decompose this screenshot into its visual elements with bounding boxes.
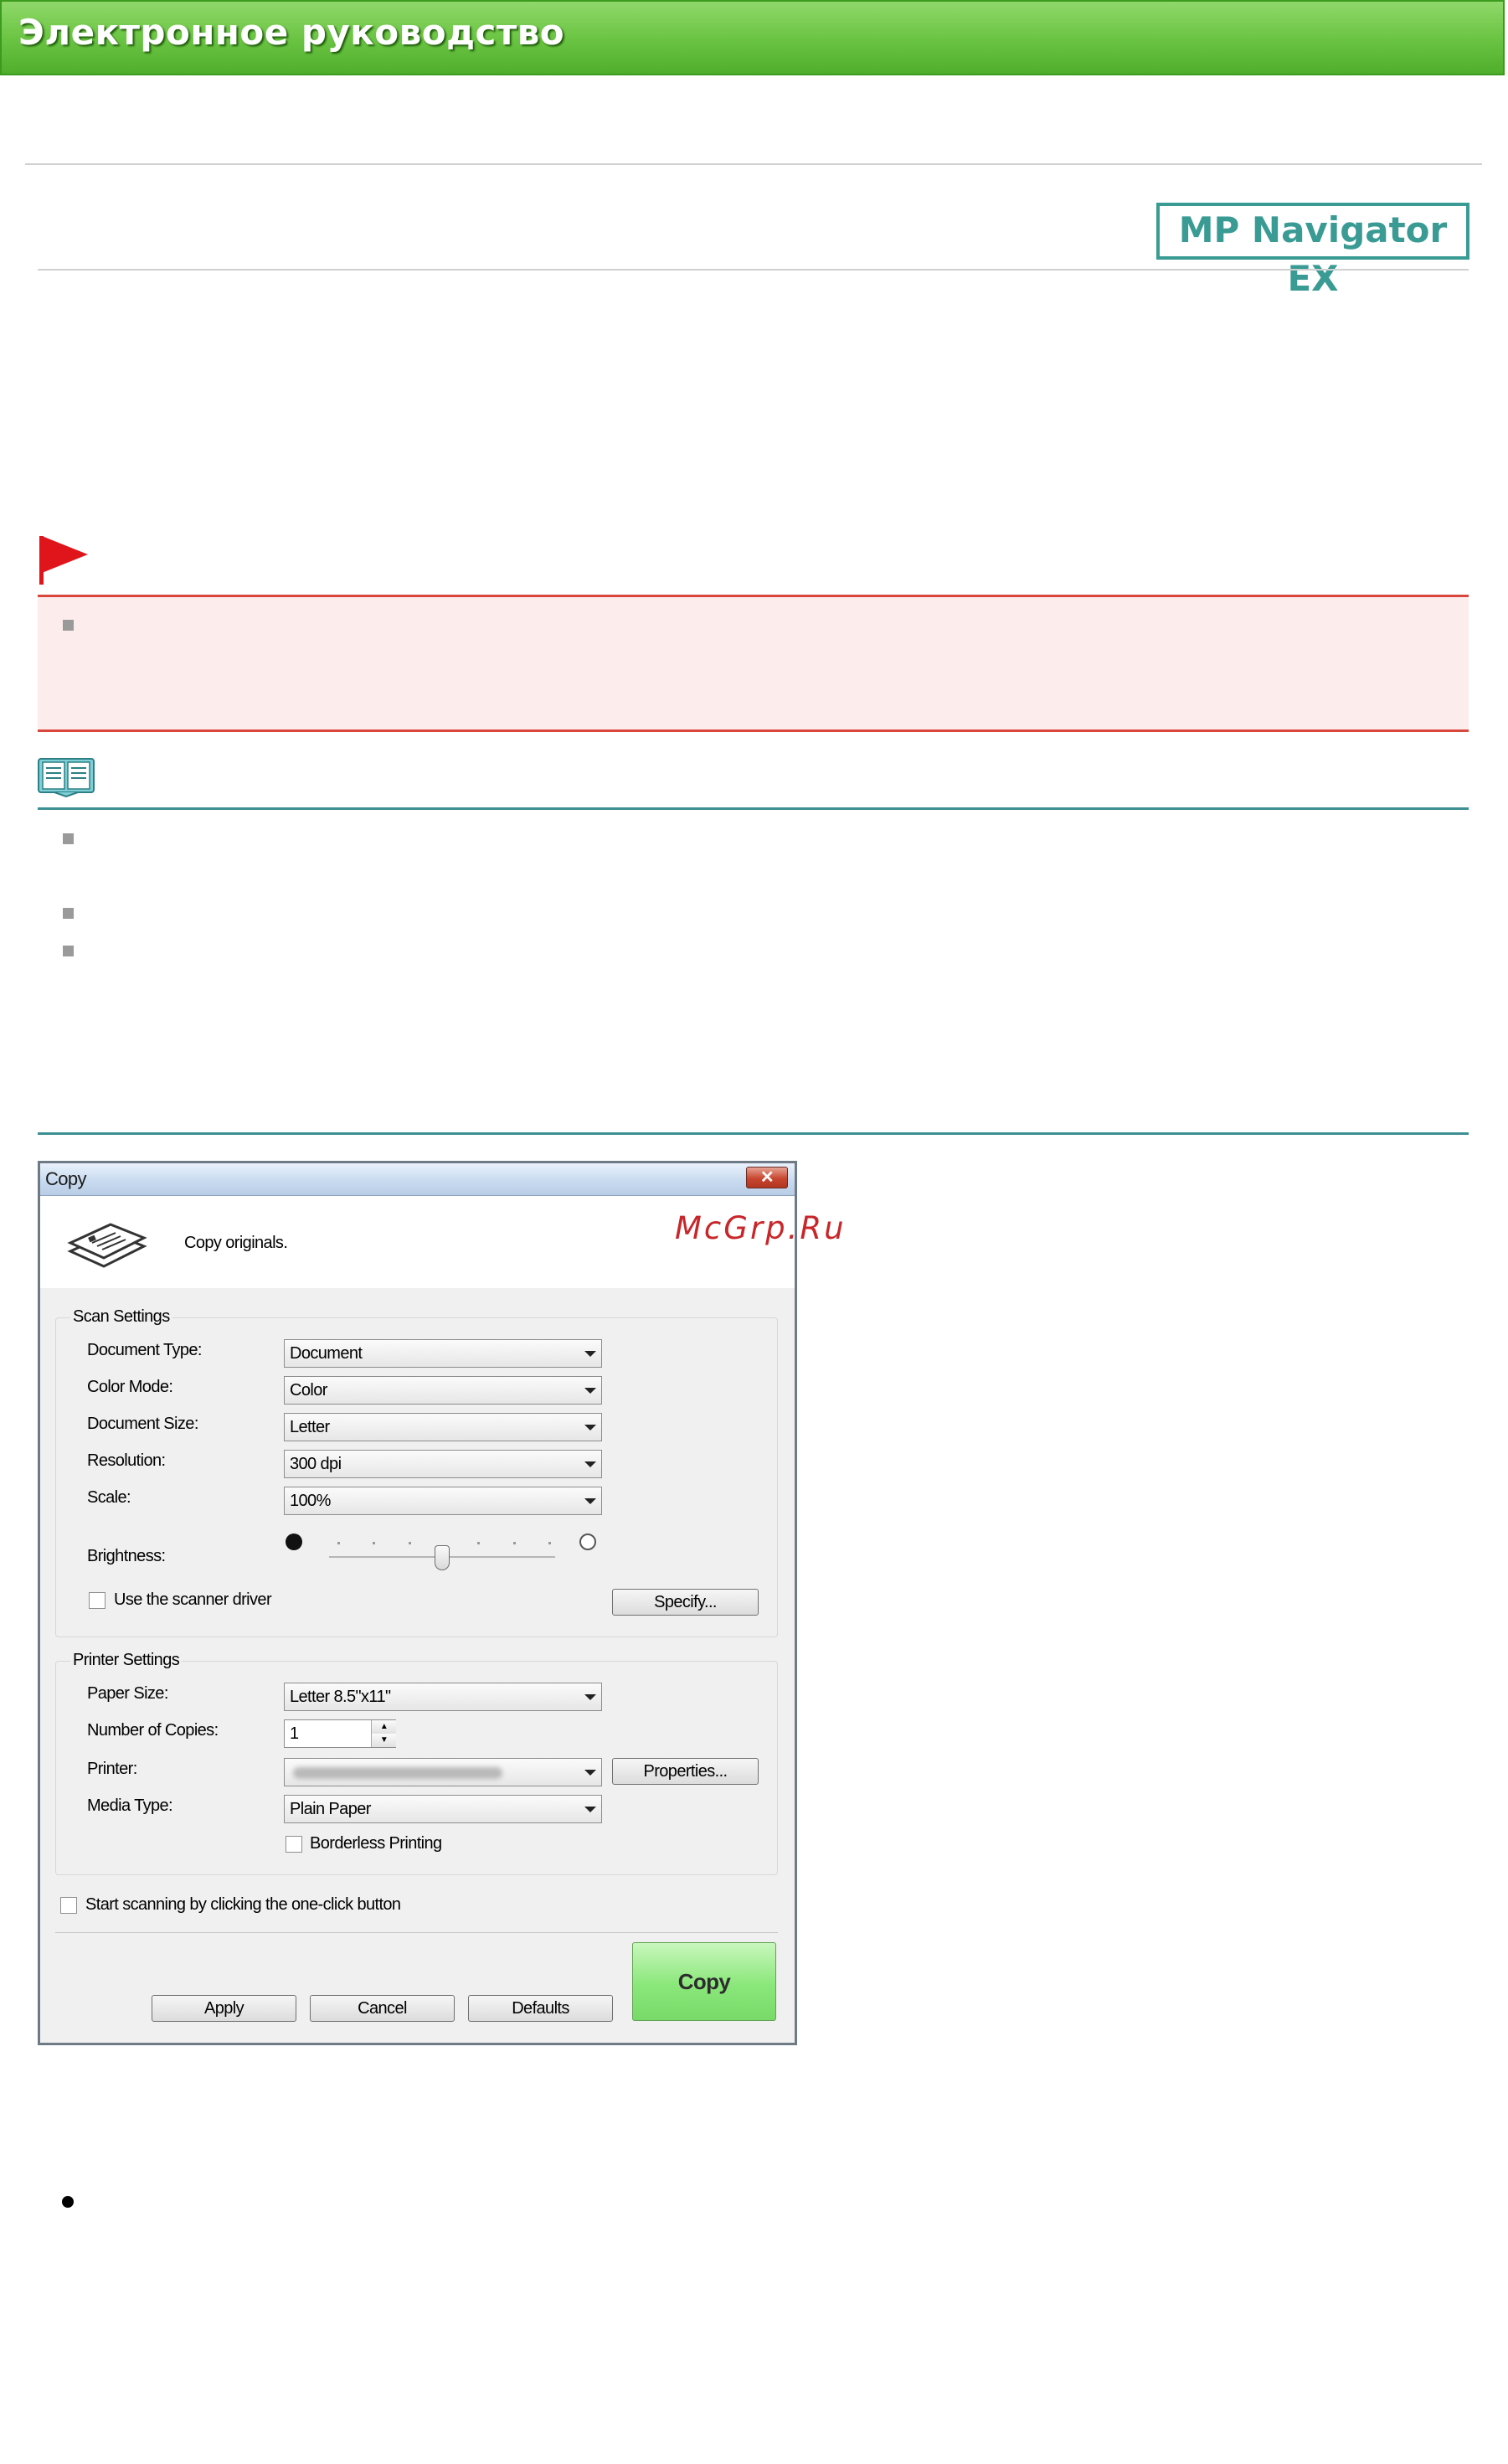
chevron-down-icon (584, 1461, 596, 1467)
note-book-icon (38, 758, 95, 797)
note-divider (38, 807, 1469, 810)
caution-flag-shape (42, 536, 88, 573)
document-size-label: Document Size: (87, 1415, 198, 1433)
apply-button[interactable]: Apply (152, 1995, 296, 2022)
chevron-down-icon (584, 1498, 596, 1504)
list-bullet (62, 2196, 74, 2208)
resolution-value: 300 dpi (290, 1455, 342, 1473)
brightness-dark-icon (286, 1534, 302, 1550)
slider-tick (373, 1542, 375, 1544)
slider-tick (477, 1542, 480, 1544)
copy-originals-icon (67, 1223, 147, 1268)
scale-value: 100% (290, 1492, 331, 1510)
document-type-value: Document (290, 1344, 363, 1363)
blurred-printer-name (293, 1767, 502, 1779)
copies-down-button[interactable]: ▼ (371, 1734, 396, 1747)
cancel-button[interactable]: Cancel (310, 1995, 455, 2022)
chevron-down-icon (584, 1388, 596, 1394)
media-type-value: Plain Paper (290, 1800, 371, 1818)
chevron-down-icon (584, 1425, 596, 1430)
scan-settings-label: Scan Settings (70, 1307, 172, 1327)
one-click-label: Start scanning by clicking the one-click… (85, 1895, 401, 1914)
brightness-label: Brightness: (87, 1547, 166, 1565)
borderless-printing-checkbox[interactable] (286, 1836, 302, 1853)
brightness-light-icon (579, 1534, 596, 1550)
document-type-select[interactable]: Document (284, 1339, 602, 1368)
printer-label: Printer: (87, 1760, 137, 1778)
watermark: McGrp.Ru (675, 1210, 847, 1246)
chevron-up-icon: ▲ (379, 1722, 389, 1731)
caution-box (38, 595, 1469, 732)
paper-size-value: Letter 8.5"x11" (290, 1688, 391, 1706)
note-bullet-1 (63, 833, 74, 844)
slider-tick (409, 1542, 411, 1544)
chevron-down-icon (584, 1770, 596, 1776)
printer-settings-label: Printer Settings (70, 1651, 183, 1670)
section-divider (38, 1132, 1469, 1135)
printer-select[interactable] (284, 1758, 602, 1786)
product-logo: MP Navigator EX (1156, 203, 1469, 299)
chevron-down-icon: ▼ (379, 1735, 389, 1745)
copies-up-button[interactable]: ▲ (371, 1720, 396, 1734)
brightness-slider-thumb[interactable] (435, 1545, 450, 1570)
caution-bullet (63, 620, 74, 631)
document-type-label: Document Type: (87, 1341, 202, 1359)
copy-dialog: Copy ✕ Copy originals. Scan Settings Doc… (38, 1161, 797, 2045)
close-icon: ✕ (759, 1168, 775, 1187)
slider-tick (513, 1542, 516, 1544)
one-click-checkbox[interactable] (60, 1897, 77, 1914)
properties-button[interactable]: Properties... (612, 1758, 759, 1785)
note-bullet-2 (63, 908, 74, 919)
chevron-down-icon (584, 1807, 596, 1812)
close-button[interactable]: ✕ (746, 1167, 788, 1188)
use-scanner-driver-label: Use the scanner driver (114, 1590, 272, 1609)
header-title: Электронное руководство (18, 12, 565, 53)
copies-value: 1 (290, 1724, 299, 1743)
slider-tick (548, 1542, 551, 1544)
paper-size-label: Paper Size: (87, 1684, 168, 1703)
footer-divider (55, 1932, 778, 1933)
dialog-titlebar[interactable]: Copy ✕ (40, 1163, 795, 1196)
specify-button[interactable]: Specify... (612, 1589, 759, 1616)
color-mode-label: Color Mode: (87, 1378, 173, 1396)
note-bullet-3 (63, 946, 74, 956)
chevron-down-icon (584, 1694, 596, 1700)
resolution-label: Resolution: (87, 1451, 166, 1470)
document-size-select[interactable]: Letter (284, 1413, 602, 1441)
copies-label: Number of Copies: (87, 1721, 219, 1740)
media-type-select[interactable]: Plain Paper (284, 1795, 602, 1823)
copy-button[interactable]: Copy (632, 1942, 776, 2021)
dialog-description: Copy originals. (184, 1234, 288, 1252)
document-size-value: Letter (290, 1418, 330, 1436)
dialog-title: Copy (45, 1168, 87, 1189)
use-scanner-driver-checkbox[interactable] (89, 1592, 106, 1609)
slider-tick (337, 1542, 340, 1544)
top-divider (25, 163, 1482, 165)
paper-size-select[interactable]: Letter 8.5"x11" (284, 1683, 602, 1711)
color-mode-value: Color (290, 1381, 327, 1400)
resolution-select[interactable]: 300 dpi (284, 1450, 602, 1478)
scale-label: Scale: (87, 1488, 131, 1507)
media-type-label: Media Type: (87, 1796, 173, 1815)
scale-select[interactable]: 100% (284, 1487, 602, 1515)
defaults-button[interactable]: Defaults (468, 1995, 613, 2022)
color-mode-select[interactable]: Color (284, 1376, 602, 1405)
chevron-down-icon (584, 1351, 596, 1357)
borderless-printing-label: Borderless Printing (310, 1834, 442, 1853)
logo-divider (38, 269, 1469, 271)
